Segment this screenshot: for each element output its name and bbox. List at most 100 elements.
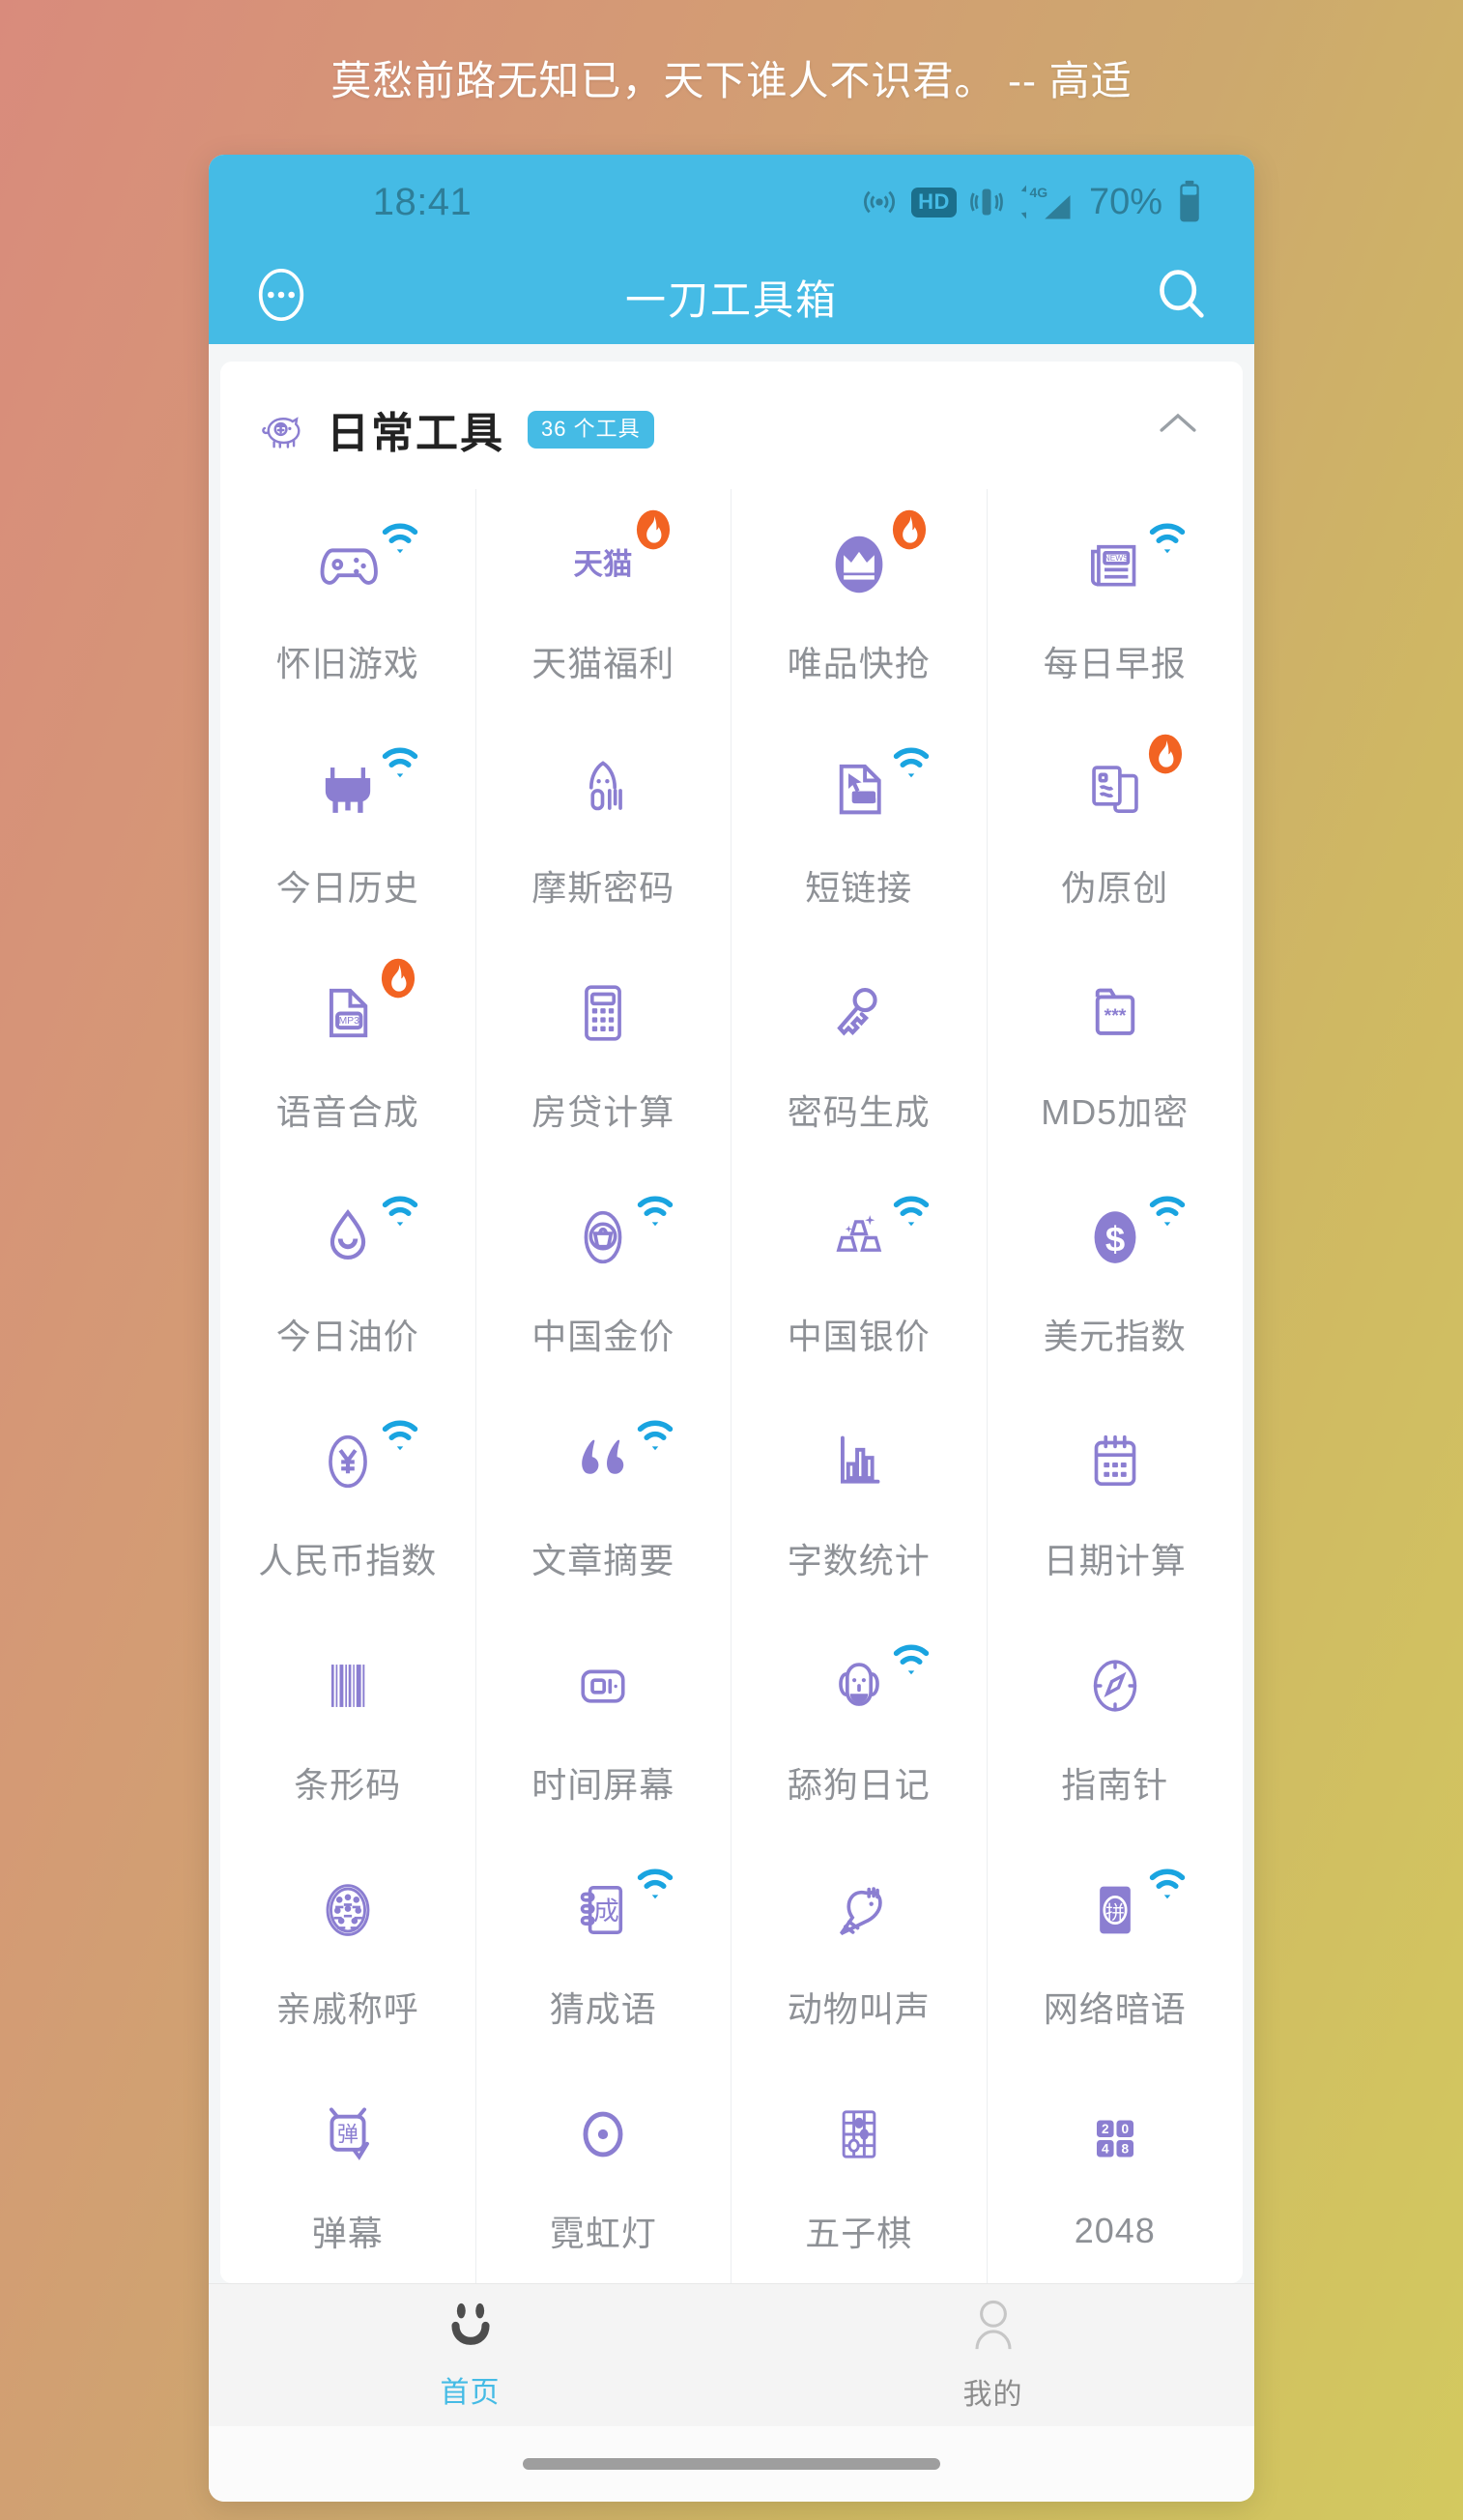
more-dots-icon[interactable] xyxy=(251,265,311,330)
tab-home-label: 首页 xyxy=(440,2377,501,2409)
tool-item[interactable]: 日期计算 xyxy=(988,1386,1244,1610)
tool-item[interactable]: 怀旧游戏 xyxy=(220,489,476,713)
tool-item[interactable]: 霓虹灯 xyxy=(476,2059,732,2283)
tool-item[interactable]: *** MD5加密 xyxy=(988,938,1244,1162)
calculator-icon xyxy=(565,975,641,1051)
mobile-signal-4g-icon: 4G xyxy=(1017,182,1076,222)
tool-item[interactable]: 房贷计算 xyxy=(476,938,732,1162)
tool-item[interactable]: 时间屏幕 xyxy=(476,1610,732,1835)
tool-label: MD5加密 xyxy=(1041,1092,1190,1132)
tool-label: 时间屏幕 xyxy=(531,1765,675,1805)
hot-fire-badge-icon xyxy=(628,505,678,555)
screen-icon xyxy=(565,1648,641,1723)
tool-icon-wrap xyxy=(1057,1632,1173,1740)
tool-item[interactable]: 亲戚称呼 xyxy=(220,1835,476,2059)
chevron-up-icon[interactable] xyxy=(1156,409,1200,443)
tool-item[interactable]: 人民币指数 xyxy=(220,1386,476,1610)
2048-tiles-icon: 2048 xyxy=(1077,2101,1153,2177)
svg-text:***: *** xyxy=(1104,1005,1126,1027)
vibrate-icon xyxy=(969,183,1004,221)
tool-label: 天猫福利 xyxy=(531,644,675,683)
person-icon xyxy=(965,2298,1021,2357)
hd-call-icon: HD xyxy=(911,187,957,217)
tool-icon-wrap xyxy=(290,1407,417,1516)
tool-item[interactable]: URL 短链接 xyxy=(732,713,988,938)
home-indicator[interactable] xyxy=(523,2458,940,2470)
tool-item[interactable]: 唯品快抢 xyxy=(732,489,988,713)
tool-label: 日期计算 xyxy=(1043,1541,1187,1580)
tool-label: 怀旧游戏 xyxy=(275,644,419,683)
tool-item[interactable]: 摩斯密码 xyxy=(476,713,732,938)
tool-icon-wrap xyxy=(801,1183,929,1291)
search-icon[interactable] xyxy=(1152,265,1212,330)
bird-icon xyxy=(821,1872,897,1948)
tool-icon-wrap xyxy=(801,1407,917,1516)
tool-count-badge: 36 个工具 xyxy=(528,410,654,449)
tool-icon-wrap: 成 xyxy=(545,1856,674,1964)
tool-item[interactable]: 今日历史 xyxy=(220,713,476,938)
page-content: 日常工具 36 个工具 怀旧游戏 天猫 天猫福利 唯品快抢 NEWS 每日早报 … xyxy=(209,344,1254,2283)
online-wifi-badge-icon xyxy=(375,512,425,563)
tool-icon-wrap xyxy=(290,1632,406,1740)
battery-icon xyxy=(1175,180,1204,224)
tab-profile[interactable]: 我的 xyxy=(732,2284,1254,2426)
tool-icon-wrap xyxy=(545,1183,674,1291)
tool-item[interactable]: 中国银价 xyxy=(732,1162,988,1386)
tool-item[interactable]: 今日油价 xyxy=(220,1162,476,1386)
tool-icon-wrap xyxy=(545,1632,661,1740)
svg-text:成: 成 xyxy=(593,1897,619,1926)
tool-item[interactable]: 舔狗日记 xyxy=(732,1610,988,1835)
tool-label: 网络暗语 xyxy=(1043,1989,1187,2029)
tool-item[interactable]: 弹弹幕 xyxy=(220,2059,476,2283)
tool-icon-wrap: URL xyxy=(801,735,929,843)
tool-label: 今日历史 xyxy=(275,868,419,908)
svg-text:4G: 4G xyxy=(1029,185,1047,200)
online-wifi-badge-icon xyxy=(630,1409,680,1460)
hotspot-icon xyxy=(860,183,899,221)
tool-label: 伪原创 xyxy=(1061,868,1169,908)
tool-item[interactable]: 2 0 4 8 2048 xyxy=(988,2059,1244,2283)
tool-item[interactable]: 密码生成 xyxy=(732,938,988,1162)
tool-item[interactable]: 中国金价 xyxy=(476,1162,732,1386)
tool-item[interactable]: 拼 网络暗语 xyxy=(988,1835,1244,2059)
tool-label: 密码生成 xyxy=(787,1092,931,1132)
neon-light-icon xyxy=(565,2097,641,2172)
tool-item[interactable]: 成 猜成语 xyxy=(476,1835,732,2059)
tool-item[interactable]: NEWS 每日早报 xyxy=(988,489,1244,713)
tool-item[interactable]: 天猫 天猫福利 xyxy=(476,489,732,713)
tool-item[interactable]: 动物叫声 xyxy=(732,1835,988,2059)
online-wifi-badge-icon xyxy=(375,1409,425,1460)
tab-home[interactable]: 首页 xyxy=(209,2284,732,2426)
key-icon xyxy=(821,975,897,1051)
section-header-daily-tools[interactable]: 日常工具 36 个工具 xyxy=(220,362,1243,489)
tool-icon-wrap xyxy=(290,735,417,843)
tool-item[interactable]: $ 美元指数 xyxy=(988,1162,1244,1386)
wallpaper-caption: 莫愁前路无知已，天下谁人不识君。 -- 高适 xyxy=(330,57,1133,103)
home-indicator-area xyxy=(209,2426,1254,2502)
piggy-bank-icon xyxy=(259,404,309,454)
tool-icon-wrap xyxy=(290,1856,406,1964)
tool-label: 每日早报 xyxy=(1043,644,1187,683)
tool-item[interactable]: MP3 语音合成 xyxy=(220,938,476,1162)
tool-label: 短链接 xyxy=(805,868,913,908)
svg-text:2: 2 xyxy=(1102,2122,1109,2136)
tool-icon-wrap xyxy=(1057,1407,1173,1516)
tool-label: 中国银价 xyxy=(787,1317,931,1356)
tool-icon-wrap: 弹 xyxy=(290,2080,406,2188)
tool-icon-wrap: 2048 xyxy=(1057,2085,1173,2193)
online-wifi-badge-icon xyxy=(1142,1185,1192,1235)
tool-item[interactable]: 字数统计 xyxy=(732,1386,988,1610)
tool-item[interactable]: 指南针 xyxy=(988,1610,1244,1835)
app-title: 一刀工具箱 xyxy=(624,276,838,323)
battery-percent: 70% xyxy=(1088,181,1162,222)
tool-item[interactable]: 伪原创 xyxy=(988,713,1244,938)
status-bar: 18:41 HD 4G 70% xyxy=(209,155,1254,249)
tool-grid: 怀旧游戏 天猫 天猫福利 唯品快抢 NEWS 每日早报 今日历史 摩斯密码 URL xyxy=(220,489,1243,2283)
tool-item[interactable]: 条形码 xyxy=(220,1610,476,1835)
tool-item[interactable]: 五子棋 xyxy=(732,2059,988,2283)
tool-item[interactable]: 文章摘要 xyxy=(476,1386,732,1610)
tool-icon-wrap: NEWS xyxy=(1057,510,1185,619)
tool-label: 猜成语 xyxy=(549,1989,657,2029)
tool-icon-wrap xyxy=(801,959,917,1067)
bottom-tab-bar: 首页 我的 xyxy=(209,2283,1254,2426)
